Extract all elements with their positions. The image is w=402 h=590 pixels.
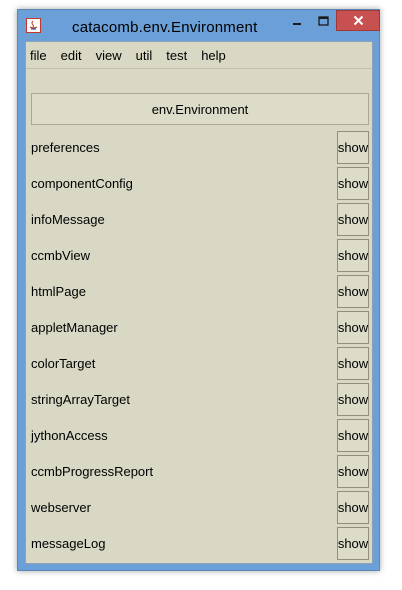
row-webserver: webserver show xyxy=(26,490,372,526)
app-window: catacomb.env.Environment file edit view … xyxy=(17,9,380,571)
row-label: preferences xyxy=(31,140,100,155)
row-label: webserver xyxy=(31,500,91,515)
show-button[interactable]: show xyxy=(337,527,369,560)
close-button[interactable] xyxy=(336,10,380,31)
minimize-icon xyxy=(293,22,301,25)
show-button[interactable]: show xyxy=(337,311,369,344)
show-button[interactable]: show xyxy=(337,131,369,164)
row-colorTarget: colorTarget show xyxy=(26,346,372,382)
client-area: file edit view util test help env.Enviro… xyxy=(25,41,373,564)
maximize-button[interactable] xyxy=(310,10,336,31)
show-button[interactable]: show xyxy=(337,167,369,200)
show-button[interactable]: show xyxy=(337,203,369,236)
show-button[interactable]: show xyxy=(337,239,369,272)
row-label: colorTarget xyxy=(31,356,96,371)
menu-view[interactable]: view xyxy=(89,48,129,63)
menu-test[interactable]: test xyxy=(159,48,194,63)
row-messageLog: messageLog show xyxy=(26,526,372,562)
row-label: messageLog xyxy=(31,536,106,551)
row-label: infoMessage xyxy=(31,212,105,227)
menu-edit[interactable]: edit xyxy=(54,48,89,63)
menu-bar: file edit view util test help xyxy=(26,42,372,69)
title-bar[interactable]: catacomb.env.Environment xyxy=(18,10,380,42)
env-environment-button[interactable]: env.Environment xyxy=(31,93,369,125)
show-button[interactable]: show xyxy=(337,419,369,452)
close-icon xyxy=(353,15,363,26)
row-label: ccmbView xyxy=(31,248,91,263)
window-title: catacomb.env.Environment xyxy=(72,19,258,36)
row-label: componentConfig xyxy=(31,176,133,191)
row-componentConfig: componentConfig show xyxy=(26,166,372,202)
row-label: htmlPage xyxy=(31,284,86,299)
maximize-icon xyxy=(317,15,329,26)
show-button[interactable]: show xyxy=(337,275,369,308)
menu-help[interactable]: help xyxy=(194,48,233,63)
show-button[interactable]: show xyxy=(337,491,369,524)
row-infoMessage: infoMessage show xyxy=(26,202,372,238)
java-app-icon[interactable] xyxy=(26,18,41,33)
row-jythonAccess: jythonAccess show xyxy=(26,418,372,454)
row-htmlPage: htmlPage show xyxy=(26,274,372,310)
row-ccmbProgressReport: ccmbProgressReport show xyxy=(26,454,372,490)
row-ccmbView: ccmbView show xyxy=(26,238,372,274)
row-stringArrayTarget: stringArrayTarget show xyxy=(26,382,372,418)
show-button[interactable]: show xyxy=(337,383,369,416)
menu-util[interactable]: util xyxy=(129,48,160,63)
show-button[interactable]: show xyxy=(337,347,369,380)
row-label: appletManager xyxy=(31,320,118,335)
minimize-button[interactable] xyxy=(284,10,310,31)
row-label: jythonAccess xyxy=(31,428,108,443)
row-appletManager: appletManager show xyxy=(26,310,372,346)
show-button[interactable]: show xyxy=(337,455,369,488)
row-label: stringArrayTarget xyxy=(31,392,130,407)
menu-file[interactable]: file xyxy=(26,48,54,63)
row-label: ccmbProgressReport xyxy=(31,464,154,479)
row-preferences: preferences show xyxy=(26,130,372,166)
